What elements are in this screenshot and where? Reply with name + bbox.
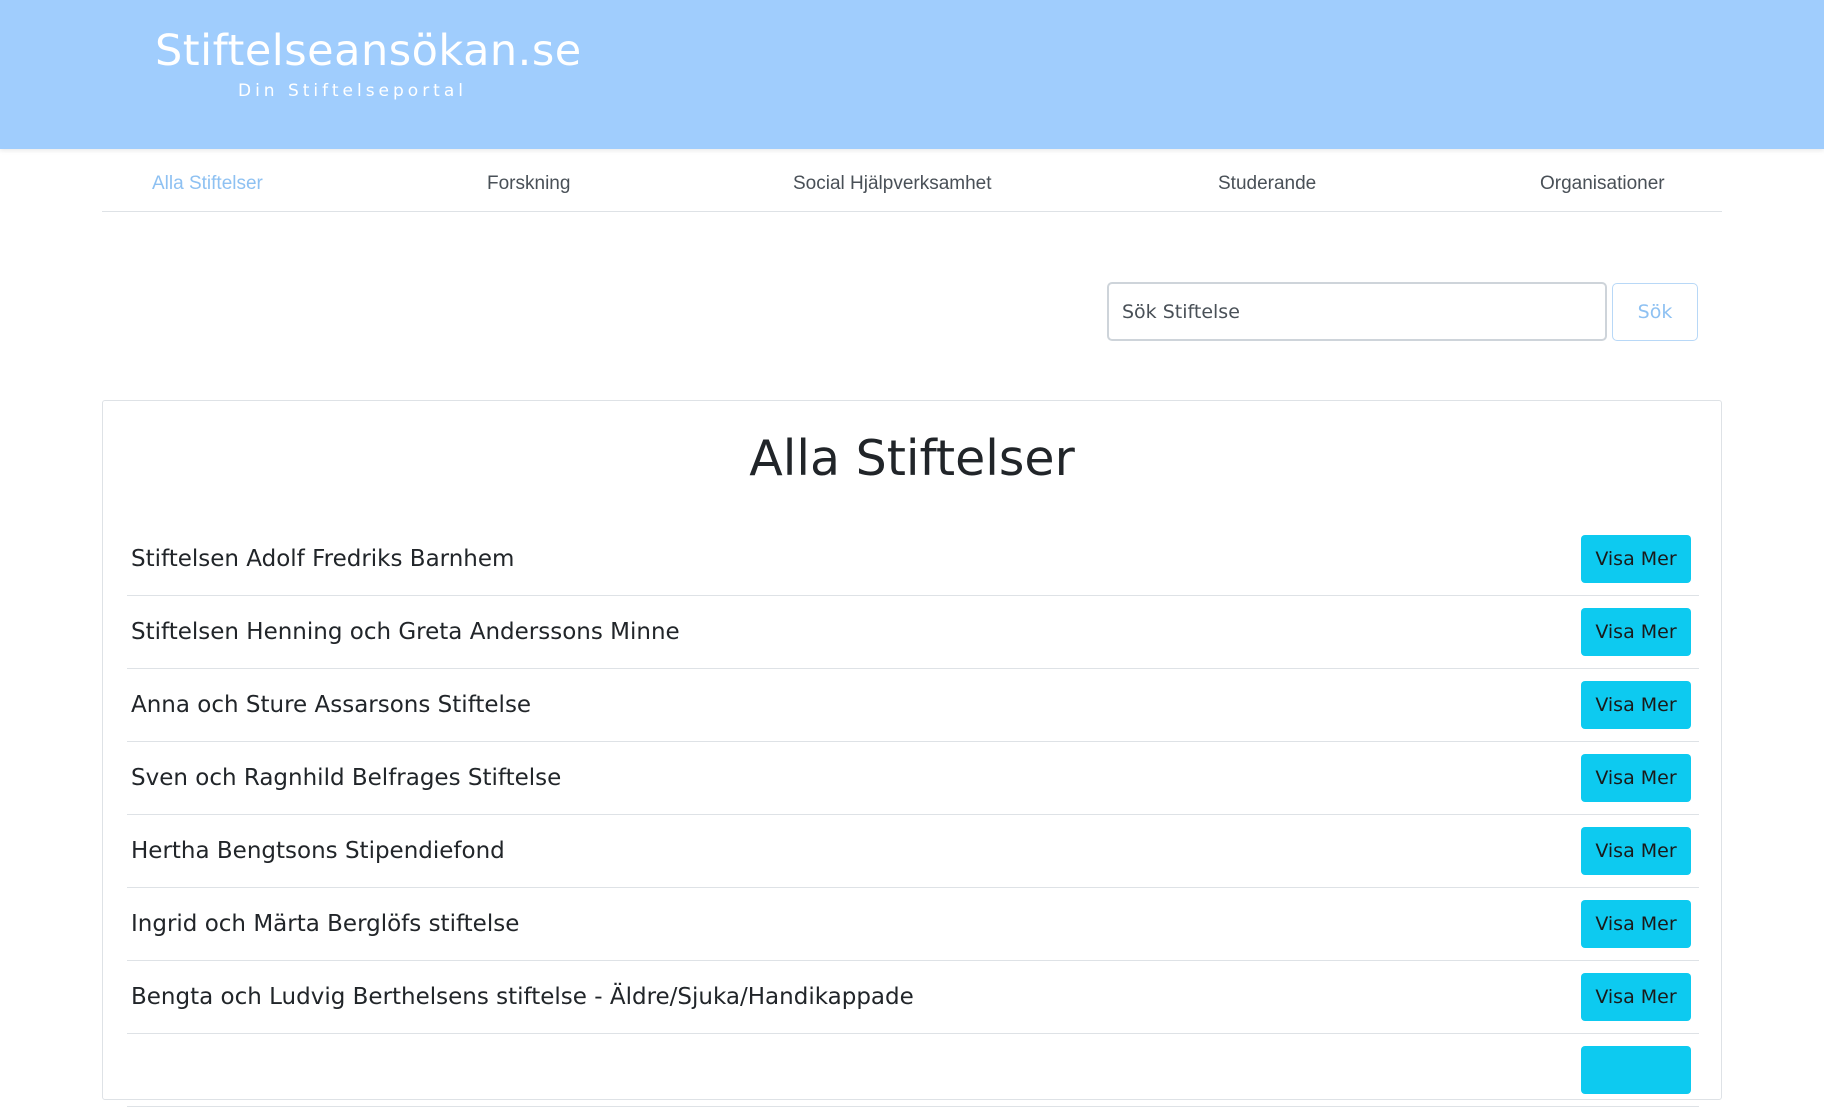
site-header: Stiftelseansökan.se Din Stiftelseportal — [0, 0, 1824, 149]
nav-item-social-hjalpverksamhet[interactable]: Social Hjälpverksamhet — [793, 149, 992, 211]
foundation-name: Sven och Ragnhild Belfrages Stiftelse — [131, 765, 562, 791]
foundation-name: Ingrid och Märta Berglöfs stiftelse — [131, 911, 520, 937]
foundation-list: Stiftelsen Adolf Fredriks Barnhem Visa M… — [127, 523, 1699, 1107]
visa-mer-button[interactable]: Visa Mer — [1581, 535, 1691, 583]
site-tagline: Din Stiftelseportal — [237, 81, 467, 101]
foundation-name: Bengta och Ludvig Berthelsens stiftelse … — [131, 984, 914, 1010]
foundation-name: Anna och Sture Assarsons Stiftelse — [131, 692, 532, 718]
page-title: Alla Stiftelser — [749, 430, 1075, 487]
list-item: Sven och Ragnhild Belfrages Stiftelse Vi… — [127, 742, 1699, 815]
nav-item-alla-stiftelser[interactable]: Alla Stiftelser — [152, 149, 263, 211]
category-nav: Alla Stiftelser Forskning Social Hjälpve… — [102, 149, 1722, 212]
visa-mer-button[interactable]: Visa Mer — [1581, 608, 1691, 656]
search-input[interactable] — [1107, 282, 1607, 341]
list-item: Stiftelsen Henning och Greta Anderssons … — [127, 596, 1699, 669]
foundation-name: Stiftelsen Adolf Fredriks Barnhem — [131, 546, 515, 572]
list-item: Stiftelsen Adolf Fredriks Barnhem Visa M… — [127, 523, 1699, 596]
nav-item-organisationer[interactable]: Organisationer — [1540, 149, 1665, 211]
list-item: Ingrid och Märta Berglöfs stiftelse Visa… — [127, 888, 1699, 961]
brand-logo[interactable]: Stiftelseansökan.se Din Stiftelseportal — [155, 24, 581, 102]
list-item — [127, 1034, 1699, 1107]
visa-mer-button[interactable]: Visa Mer — [1581, 973, 1691, 1021]
visa-mer-button[interactable]: Visa Mer — [1581, 754, 1691, 802]
nav-item-studerande[interactable]: Studerande — [1218, 149, 1316, 211]
list-item: Bengta och Ludvig Berthelsens stiftelse … — [127, 961, 1699, 1034]
list-item: Hertha Bengtsons Stipendiefond Visa Mer — [127, 815, 1699, 888]
list-item: Anna och Sture Assarsons Stiftelse Visa … — [127, 669, 1699, 742]
foundation-name: Stiftelsen Henning och Greta Anderssons … — [131, 619, 680, 645]
visa-mer-button[interactable]: Visa Mer — [1581, 827, 1691, 875]
foundations-card: Alla Stiftelser Stiftelsen Adolf Fredrik… — [102, 400, 1722, 1107]
visa-mer-button[interactable]: Visa Mer — [1581, 681, 1691, 729]
search-button[interactable]: Sök — [1612, 283, 1698, 341]
nav-item-forskning[interactable]: Forskning — [487, 149, 570, 211]
visa-mer-button[interactable] — [1581, 1046, 1691, 1094]
site-title[interactable]: Stiftelseansökan.se — [155, 24, 581, 78]
foundation-name: Hertha Bengtsons Stipendiefond — [131, 838, 505, 864]
visa-mer-button[interactable]: Visa Mer — [1581, 900, 1691, 948]
